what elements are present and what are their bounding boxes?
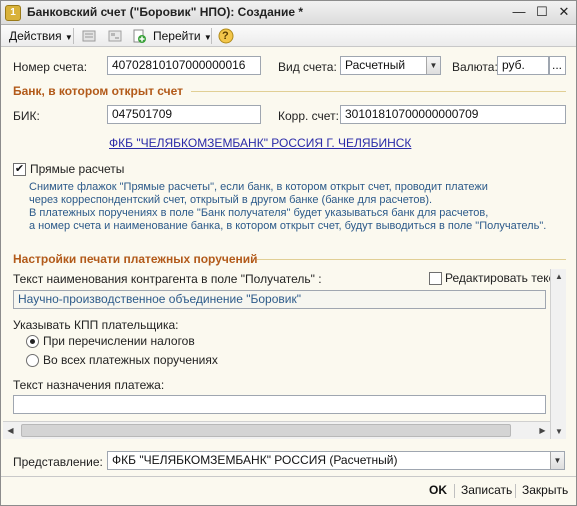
bank-section-title: Банк, в котором открыт счет xyxy=(13,84,183,98)
bank-account-window: 1 Банковский счет ("Боровик" НПО): Созда… xyxy=(0,0,577,506)
corr-account-field[interactable]: 30101810700000000709 xyxy=(340,105,566,124)
corr-account-label: Корр. счет: xyxy=(278,109,339,123)
radio-taxes[interactable] xyxy=(26,335,39,348)
minimize-button[interactable]: — xyxy=(510,4,528,21)
close-window-button[interactable]: ✕ xyxy=(555,4,573,21)
title-bar: 1 Банковский счет ("Боровик" НПО): Созда… xyxy=(1,1,576,25)
actions-menu-label: Действия xyxy=(9,29,62,43)
payment-purpose-label: Текст назначения платежа: xyxy=(13,378,165,392)
footer-divider xyxy=(1,476,576,477)
chevron-down-icon[interactable]: ▼ xyxy=(550,452,564,469)
scroll-thumb[interactable] xyxy=(21,424,511,437)
radio-all-orders-label: Во всех платежных поручениях xyxy=(43,353,218,367)
close-button[interactable]: Закрыть xyxy=(522,483,568,497)
chevron-down-icon: ▼ xyxy=(64,33,73,42)
recipient-text-field[interactable]: Научно-производственное объединение "Бор… xyxy=(13,290,546,309)
radio-all-orders[interactable] xyxy=(26,354,39,367)
goto-menu[interactable]: Перейти ▼ xyxy=(153,28,212,44)
structure-icon[interactable] xyxy=(107,28,123,44)
bank-name-link[interactable]: ФКБ "ЧЕЛЯБКОМЗЕМБАНК" РОССИЯ Г. ЧЕЛЯБИНС… xyxy=(109,136,411,150)
account-type-value: Расчетный xyxy=(345,58,406,72)
direct-settlement-hint-2: через корреспондентский счет, открытый в… xyxy=(29,194,433,206)
presentation-value: ФКБ "ЧЕЛЯБКОМЗЕМБАНК" РОССИЯ (Расчетный) xyxy=(112,453,398,467)
presentation-label: Представление: xyxy=(13,455,103,469)
help-icon[interactable]: ? xyxy=(218,28,234,44)
list-icon[interactable] xyxy=(81,28,97,44)
account-type-label: Вид счета: xyxy=(278,60,337,74)
scroll-down-icon[interactable]: ▼ xyxy=(551,424,567,439)
footer-button-divider xyxy=(454,484,455,498)
toolbar: Действия ▼ Перейти ▼ ? xyxy=(1,25,576,47)
scroll-right-icon[interactable]: ▶ xyxy=(535,422,550,439)
presentation-select[interactable]: ФКБ "ЧЕЛЯБКОМЗЕМБАНК" РОССИЯ (Расчетный)… xyxy=(107,451,565,470)
section-divider xyxy=(191,91,566,92)
edit-text-label: Редактировать текст xyxy=(445,271,561,285)
currency-label: Валюта: xyxy=(452,60,498,74)
edit-text-checkbox[interactable] xyxy=(429,272,442,285)
direct-settlement-hint-4: а номер счета и наименование банка, в ко… xyxy=(29,220,547,232)
scroll-up-icon[interactable]: ▲ xyxy=(551,269,567,284)
print-section-title: Настройки печати платежных поручений xyxy=(13,252,258,266)
toolbar-divider xyxy=(73,28,74,44)
chevron-down-icon[interactable]: ▼ xyxy=(426,57,440,74)
direct-settlement-checkbox[interactable]: ✔ xyxy=(13,163,26,176)
section-divider xyxy=(257,259,566,260)
account-number-field[interactable]: 40702810107000000016 xyxy=(107,56,261,75)
footer-button-divider xyxy=(515,484,516,498)
radio-selected-dot xyxy=(30,339,35,344)
vertical-scrollbar[interactable]: ▲ ▼ xyxy=(550,269,566,439)
toolbar-divider xyxy=(211,28,212,44)
direct-settlement-hint-3: В платежных поручениях в поле "Банк полу… xyxy=(29,207,489,219)
recipient-text-label: Текст наименования контрагента в поле "П… xyxy=(13,272,322,286)
payment-purpose-field[interactable] xyxy=(13,395,546,414)
maximize-button[interactable]: ☐ xyxy=(533,4,551,21)
add-copy-icon[interactable] xyxy=(131,28,147,44)
bik-field[interactable]: 047501709 xyxy=(107,105,261,124)
help-glyph: ? xyxy=(222,30,229,42)
actions-menu[interactable]: Действия ▼ xyxy=(9,28,73,44)
kpp-label: Указывать КПП плательщика: xyxy=(13,318,179,332)
app-icon: 1 xyxy=(5,5,21,21)
account-type-select[interactable]: Расчетный ▼ xyxy=(340,56,441,75)
horizontal-scrollbar[interactable]: ◀ ▶ xyxy=(3,421,550,439)
goto-menu-label: Перейти xyxy=(153,29,201,43)
save-button[interactable]: Записать xyxy=(461,483,512,497)
direct-settlement-hint-1: Снимите флажок "Прямые расчеты", если ба… xyxy=(29,181,488,193)
radio-taxes-label: При перечислении налогов xyxy=(43,334,195,348)
direct-settlement-label: Прямые расчеты xyxy=(30,162,125,176)
currency-field[interactable]: руб. xyxy=(497,56,549,75)
window-title: Банковский счет ("Боровик" НПО): Создани… xyxy=(27,5,304,19)
bik-label: БИК: xyxy=(13,109,40,123)
currency-select-button[interactable]: ... xyxy=(549,56,566,75)
account-number-label: Номер счета: xyxy=(13,60,88,74)
ok-button[interactable]: OK xyxy=(429,483,447,497)
scroll-left-icon[interactable]: ◀ xyxy=(3,422,18,439)
